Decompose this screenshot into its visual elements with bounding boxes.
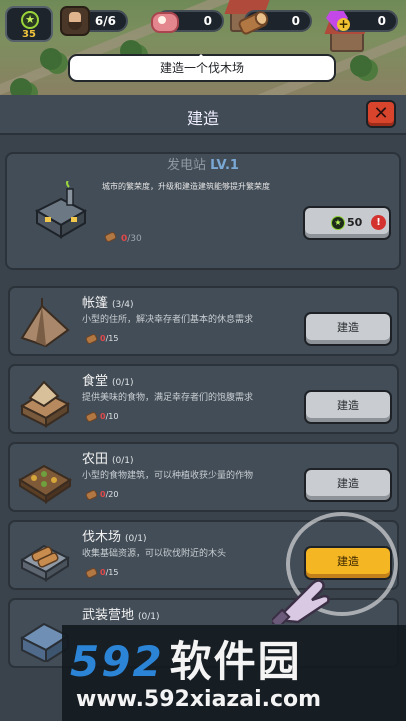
- player-level-badge[interactable]: ★ 35: [5, 6, 53, 42]
- list-item: 帐篷 (3/4) 小型的住所，解决幸存者们基本的休息需求 0/15 建造: [8, 286, 399, 356]
- building-desc: 小型的食物建筑，可以种植收获少量的作物: [82, 471, 254, 481]
- build-button[interactable]: 建造: [304, 390, 392, 424]
- survivor-face-icon: [60, 6, 90, 36]
- featured-title: 发电站 LV.1: [7, 154, 399, 173]
- gems-value: 0: [377, 14, 386, 28]
- quest-tooltip: 建造一个伐木场: [68, 54, 336, 82]
- warning-icon: !: [371, 215, 386, 230]
- building-cost: 0/20: [100, 490, 119, 499]
- wood-log-icon: [84, 489, 99, 501]
- featured-level: LV.1: [210, 158, 239, 173]
- player-level: 35: [22, 29, 36, 40]
- wood-log-icon: [236, 6, 266, 36]
- building-desc: 小型的住所，解决幸存者们基本的休息需求: [82, 315, 254, 325]
- upgrade-button[interactable]: ★ 50 !: [303, 206, 391, 240]
- tent-icon: [20, 298, 70, 348]
- watermark-banner: 592 软件园 www.592xiazai.com: [62, 625, 406, 721]
- build-button[interactable]: 建造: [304, 468, 392, 502]
- gem-plus-icon[interactable]: [322, 6, 352, 36]
- power-station-icon: [34, 181, 88, 239]
- building-name: 食堂 (0/1): [82, 374, 134, 389]
- star-icon: ★: [21, 11, 39, 29]
- gems-counter[interactable]: 0: [330, 10, 398, 32]
- wood-value: 0: [291, 14, 300, 28]
- farmland-icon: [18, 464, 72, 504]
- pointing-hand-icon: [272, 579, 330, 624]
- survivors-counter[interactable]: 6/6: [60, 6, 128, 36]
- building-name: 武装营地 (0/1): [82, 608, 160, 623]
- wood-log-icon: [84, 411, 99, 423]
- wood-log-icon: [84, 567, 99, 579]
- wood-log-icon: [103, 231, 118, 243]
- building-cost: 0/10: [100, 412, 119, 421]
- panel-header: 建造 ✕: [0, 95, 406, 135]
- building-name: 农田 (0/1): [82, 452, 134, 467]
- lumber-yard-icon: [19, 544, 71, 582]
- survivors-value: 6/6: [94, 14, 116, 28]
- build-button[interactable]: 建造: [304, 312, 392, 346]
- watermark-brand: 592 软件园: [70, 637, 302, 686]
- building-desc: 收集基础资源，可以砍伐附近的木头: [82, 549, 227, 559]
- list-item: 农田 (0/1) 小型的食物建筑，可以种植收获少量的作物 0/20 建造: [8, 442, 399, 512]
- meat-icon: [148, 6, 179, 36]
- meat-counter[interactable]: 0: [151, 10, 224, 33]
- building-name: 伐木场 (0/1): [82, 530, 147, 545]
- canteen-icon: [19, 380, 71, 428]
- wood-counter[interactable]: 0: [244, 10, 312, 32]
- list-item: 食堂 (0/1) 提供美味的食物，满足幸存者们的饱腹需求 0/10 建造: [8, 364, 399, 434]
- featured-building-card: 发电站 LV.1 城市的繁荣度，升级和建造建筑能够提升繁荣度 0/30 ★ 50 …: [5, 152, 401, 270]
- upgrade-cost: 50: [347, 216, 363, 229]
- featured-cost: 0/30: [121, 234, 142, 244]
- tree: [40, 48, 62, 70]
- close-button[interactable]: ✕: [366, 100, 396, 128]
- featured-name: 发电站: [167, 158, 207, 173]
- tree: [350, 55, 372, 77]
- building-cost: 0/15: [100, 334, 119, 343]
- building-name: 帐篷 (3/4): [82, 296, 134, 311]
- wood-log-icon: [84, 333, 99, 345]
- building-desc: 提供美味的食物，满足幸存者们的饱腹需求: [82, 393, 254, 403]
- panel-title: 建造: [186, 109, 219, 128]
- building-cost: 0/15: [100, 568, 119, 577]
- cost-need: /30: [127, 234, 142, 244]
- watermark-url: www.592xiazai.com: [76, 687, 322, 712]
- meat-value: 0: [203, 14, 212, 28]
- prosperity-icon: ★: [331, 216, 345, 230]
- featured-desc: 城市的繁荣度，升级和建造建筑能够提升繁荣度: [102, 182, 270, 191]
